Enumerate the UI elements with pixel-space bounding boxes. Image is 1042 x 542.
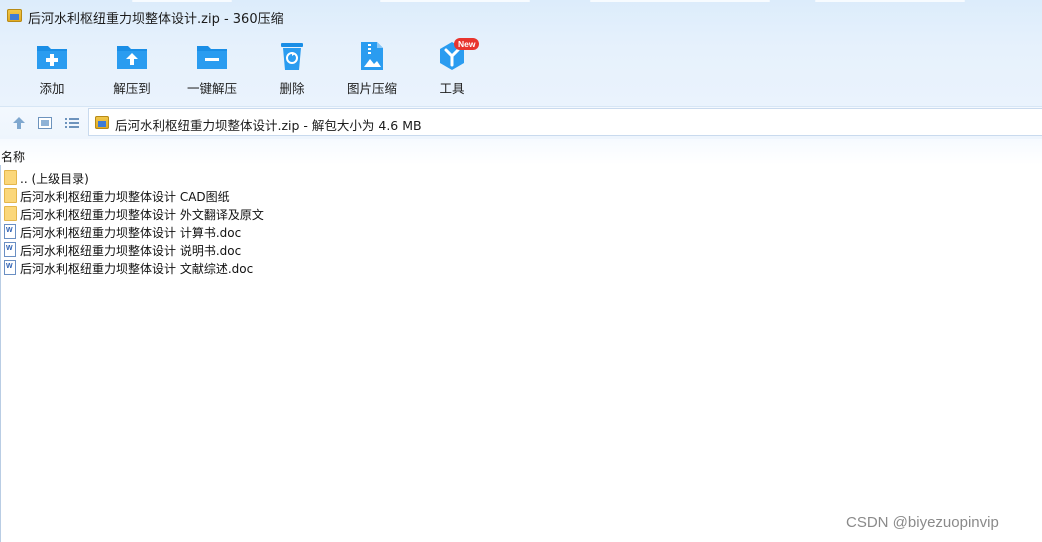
file-name: 后河水利枢纽重力坝整体设计 文献综述.doc	[20, 262, 254, 276]
file-name: .. (上级目录)	[20, 172, 89, 186]
file-name: 后河水利枢纽重力坝整体设计 外文翻译及原文	[20, 208, 264, 222]
word-doc-icon	[4, 242, 16, 257]
tools-button[interactable]: New 工具	[412, 38, 492, 98]
list-item[interactable]: 后河水利枢纽重力坝整体设计 计算书.doc	[0, 222, 1042, 240]
folder-icon	[4, 206, 17, 221]
toolbar: 添加 解压到 一键解压 删除 图片压缩 New 工具	[0, 32, 1042, 106]
column-name-header[interactable]: 名称	[1, 148, 25, 165]
archive-icon	[7, 9, 22, 22]
extract-to-icon	[116, 41, 148, 71]
archive-icon	[95, 116, 109, 129]
image-compress-icon	[356, 41, 388, 71]
recycle-bin-icon	[276, 41, 308, 71]
address-bar[interactable]: 后河水利枢纽重力坝整体设计.zip - 解包大小为 4.6 MB	[88, 108, 1042, 136]
title-bar: 后河水利枢纽重力坝整体设计.zip - 360压缩	[0, 0, 1042, 32]
address-row: 后河水利枢纽重力坝整体设计.zip - 解包大小为 4.6 MB	[0, 106, 1042, 139]
file-name: 后河水利枢纽重力坝整体设计 说明书.doc	[20, 244, 242, 258]
extract-to-button[interactable]: 解压到	[92, 38, 172, 98]
list-item[interactable]: 后河水利枢纽重力坝整体设计 文献综述.doc	[0, 258, 1042, 276]
delete-label: 删除	[279, 81, 305, 96]
word-doc-icon	[4, 224, 16, 239]
list-item-parent-dir[interactable]: .. (上级目录)	[0, 168, 1042, 186]
one-click-extract-icon	[196, 41, 228, 71]
address-text: 后河水利枢纽重力坝整体设计.zip - 解包大小为 4.6 MB	[115, 118, 422, 133]
list-view-icon[interactable]	[64, 115, 80, 131]
list-item[interactable]: 后河水利枢纽重力坝整体设计 说明书.doc	[0, 240, 1042, 258]
column-header: 名称	[0, 139, 1042, 165]
window-title: 后河水利枢纽重力坝整体设计.zip - 360压缩	[28, 12, 284, 27]
folder-icon	[4, 170, 17, 185]
header-area: 后河水利枢纽重力坝整体设计.zip - 360压缩 添加 解压到 一键解压 删除…	[0, 0, 1042, 106]
add-button[interactable]: 添加	[12, 38, 92, 98]
add-button-label: 添加	[39, 81, 65, 96]
list-item[interactable]: 后河水利枢纽重力坝整体设计 外文翻译及原文	[0, 204, 1042, 222]
word-doc-icon	[4, 260, 16, 275]
one-click-extract-button[interactable]: 一键解压	[172, 38, 252, 98]
tools-label: 工具	[439, 81, 465, 96]
add-folder-icon	[36, 41, 68, 71]
image-compress-button[interactable]: 图片压缩	[332, 38, 412, 98]
watermark: CSDN @biyezuopinvip	[846, 514, 999, 531]
file-name: 后河水利枢纽重力坝整体设计 计算书.doc	[20, 226, 242, 240]
file-name: 后河水利枢纽重力坝整体设计 CAD图纸	[20, 190, 230, 204]
app-window: 后河水利枢纽重力坝整体设计.zip - 360压缩 添加 解压到 一键解压 删除…	[0, 0, 1042, 542]
list-item[interactable]: 后河水利枢纽重力坝整体设计 CAD图纸	[0, 186, 1042, 204]
extract-to-label: 解压到	[113, 81, 151, 96]
up-arrow-icon[interactable]	[11, 115, 27, 131]
thumbnail-view-icon[interactable]	[37, 115, 53, 131]
file-list: .. (上级目录) 后河水利枢纽重力坝整体设计 CAD图纸 后河水利枢纽重力坝整…	[0, 168, 1042, 276]
folder-icon	[4, 188, 17, 203]
delete-button[interactable]: 删除	[252, 38, 332, 98]
new-badge: New	[454, 38, 480, 50]
image-compress-label: 图片压缩	[346, 81, 397, 96]
one-click-extract-label: 一键解压	[186, 81, 237, 96]
